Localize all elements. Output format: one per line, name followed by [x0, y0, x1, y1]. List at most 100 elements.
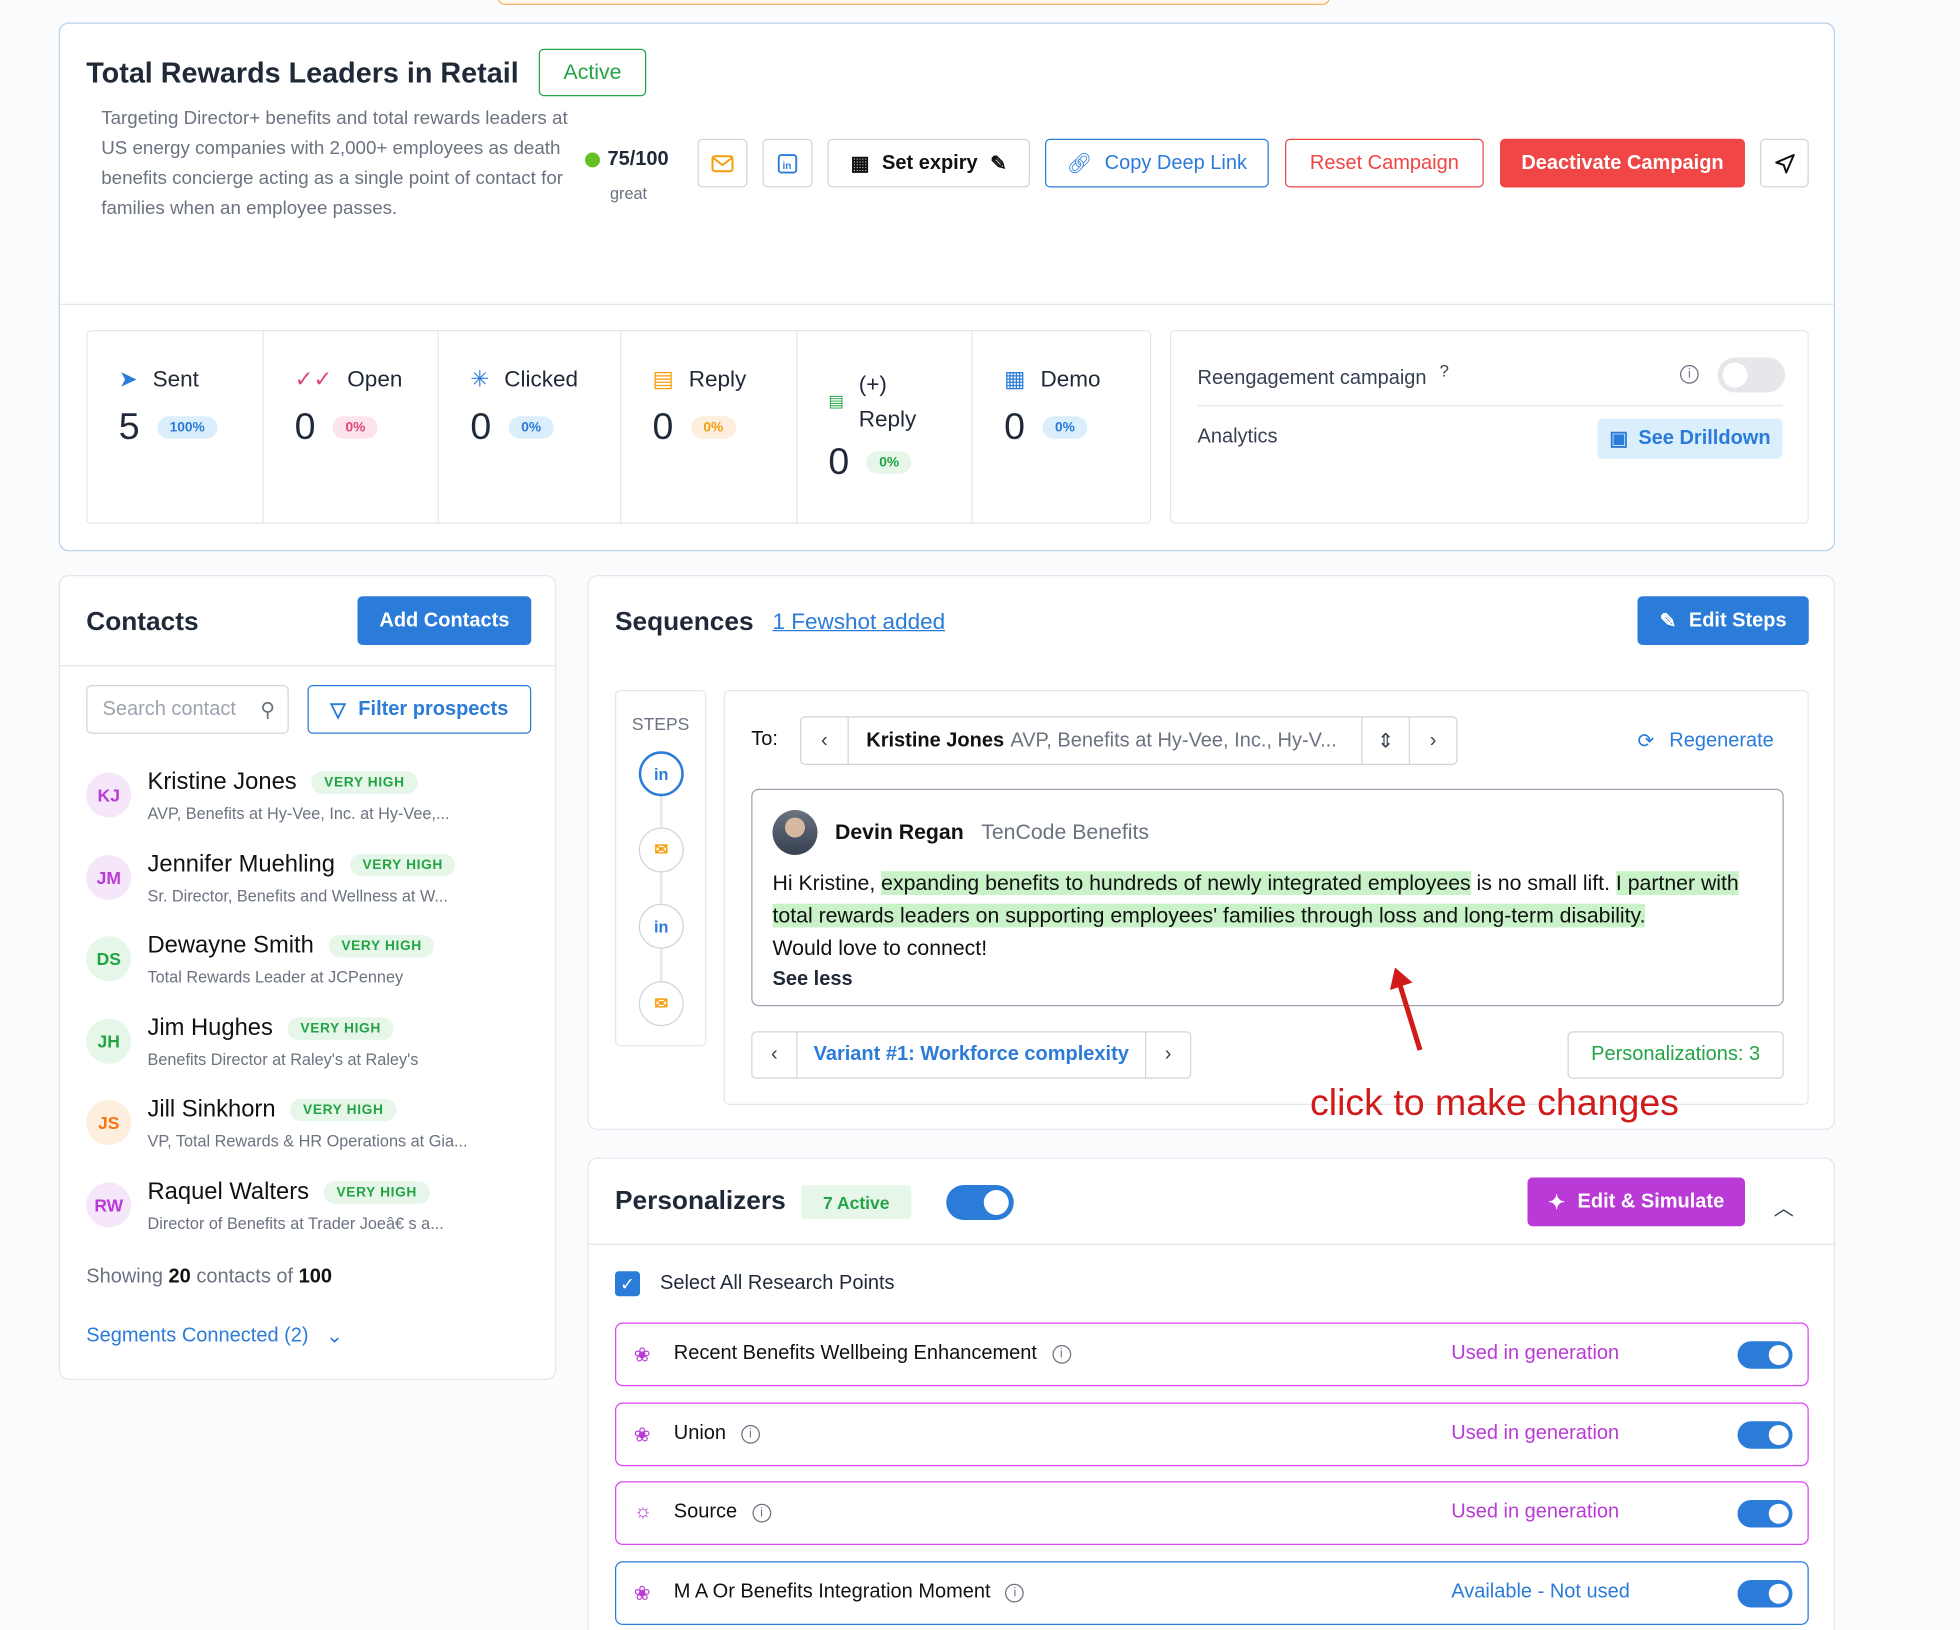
priority-badge: VERY HIGH	[290, 1099, 397, 1122]
contact-name: Jennifer Muehling	[147, 850, 335, 877]
recipient-display[interactable]: Kristine Jones AVP, Benefits at Hy-Vee, I…	[849, 718, 1362, 764]
stat-value: 0	[470, 406, 492, 448]
stat-label: (+) Reply	[858, 371, 917, 432]
contact-item[interactable]: JM Jennifer Muehling VERY HIGH Sr. Direct…	[86, 846, 536, 928]
linkedin-button[interactable]: in	[762, 138, 813, 188]
contact-item[interactable]: RW Raquel Walters VERY HIGH Director of B…	[86, 1174, 536, 1256]
set-expiry-label: Set expiry	[882, 151, 978, 174]
research-point-toggle[interactable]	[1737, 1500, 1793, 1528]
contact-item[interactable]: JS Jill Sinkhorn VERY HIGH VP, Total Rewa…	[86, 1092, 536, 1174]
stat-pct: 0%	[508, 416, 554, 439]
stat-label: Clicked	[504, 366, 579, 392]
research-point-row[interactable]: ☼ Source i Used in generation	[615, 1481, 1809, 1545]
filter-prospects-button[interactable]: ▽ Filter prospects	[307, 685, 532, 734]
select-all-label: Select All Research Points	[660, 1272, 895, 1294]
segments-connected-toggle[interactable]: Segments Connected (2) ⌄	[86, 1324, 343, 1349]
avatar: DS	[86, 936, 132, 982]
filter-label: Filter prospects	[358, 698, 509, 720]
stat-label: Open	[347, 366, 403, 392]
research-point-row[interactable]: ❀ Recent Benefits Wellbeing Enhancement i…	[615, 1322, 1809, 1387]
contact-item[interactable]: JH Jim Hughes VERY HIGH Benefits Director…	[86, 1010, 536, 1092]
divider	[1197, 405, 1783, 407]
priority-badge: VERY HIGH	[287, 1017, 394, 1040]
toggle-knob	[1768, 1583, 1789, 1604]
linkedin-icon: in	[777, 153, 798, 173]
chevron-up-icon[interactable]: ︿	[1774, 1191, 1794, 1221]
deactivate-campaign-button[interactable]: Deactivate Campaign	[1500, 138, 1745, 188]
score-value: 75/100	[607, 148, 669, 170]
step-linkedin-2[interactable]: in	[638, 903, 684, 949]
variant-selector[interactable]: ‹ Variant #1: Workforce complexity ›	[751, 1031, 1192, 1079]
research-point-row[interactable]: ❀ M A Or Benefits Integration Moment i Av…	[615, 1561, 1809, 1625]
showing-prefix: Showing	[86, 1266, 163, 1288]
see-drilldown-button[interactable]: ▣ See Drilldown	[1597, 418, 1783, 459]
info-icon[interactable]: i	[752, 1503, 771, 1522]
click-icon: ✳	[470, 366, 490, 392]
select-all-checkbox[interactable]: ✓	[615, 1271, 640, 1297]
recipient-selector[interactable]: ‹ Kristine Jones AVP, Benefits at Hy-Vee,…	[800, 716, 1458, 765]
send-button[interactable]	[1760, 138, 1809, 188]
info-icon[interactable]: i	[1051, 1344, 1071, 1364]
stat-label: Demo	[1040, 366, 1101, 392]
contacts-title: Contacts	[86, 607, 199, 637]
reset-campaign-button[interactable]: Reset Campaign	[1285, 138, 1484, 188]
see-less-link[interactable]: See less	[773, 969, 853, 992]
recipient-dropdown-button[interactable]: ⇕	[1361, 717, 1409, 764]
search-input[interactable]: Search contact ⚲	[86, 685, 289, 734]
research-point-name: Recent Benefits Wellbeing Enhancement	[673, 1342, 1037, 1364]
prev-variant-button[interactable]: ‹	[753, 1032, 798, 1078]
prev-recipient-button[interactable]: ‹	[801, 717, 849, 764]
sequences-title: Sequences	[615, 607, 754, 637]
fewshot-link[interactable]: 1 Fewshot added	[773, 609, 946, 635]
toggle-knob	[1722, 362, 1748, 388]
next-variant-button[interactable]: ›	[1145, 1032, 1190, 1078]
step-email-2[interactable]: ✉	[638, 981, 684, 1027]
reengagement-toggle[interactable]	[1717, 357, 1785, 393]
add-contacts-button[interactable]: Add Contacts	[357, 596, 532, 645]
step-linkedin-1[interactable]: in	[638, 751, 684, 797]
set-expiry-button[interactable]: ▦ Set expiry ✎	[827, 138, 1030, 188]
research-point-toggle[interactable]	[1737, 1341, 1793, 1369]
copy-deep-link-button[interactable]: 🔗︎ Copy Deep Link	[1045, 138, 1269, 188]
edit-simulate-button[interactable]: ✦ Edit & Simulate	[1527, 1177, 1745, 1227]
score-dot-icon	[585, 152, 600, 168]
research-point-row[interactable]: ❀ Union i Used in generation	[615, 1402, 1809, 1467]
research-point-toggle[interactable]	[1737, 1580, 1793, 1608]
positive-reply-icon: ▤	[828, 391, 844, 410]
select-all-row[interactable]: ✓ Select All Research Points	[615, 1271, 895, 1297]
edit-steps-button[interactable]: ✎ Edit Steps	[1637, 596, 1809, 645]
body-text: Would love to connect!	[772, 936, 988, 960]
email-button[interactable]	[697, 138, 748, 188]
send-icon: ➤	[118, 366, 138, 392]
variant-label[interactable]: Variant #1: Workforce complexity	[798, 1033, 1146, 1078]
contact-item[interactable]: KJ Kristine Jones VERY HIGH AVP, Benefits…	[86, 764, 536, 846]
help-mark[interactable]: ?	[1440, 361, 1449, 380]
step-email-1[interactable]: ✉	[638, 827, 684, 873]
email-preview[interactable]: Devin Regan TenCode Benefits Hi Kristine,…	[751, 788, 1784, 1007]
double-check-icon: ✓✓	[294, 366, 333, 392]
edit-steps-label: Edit Steps	[1688, 609, 1787, 631]
personalization-highlight[interactable]: expanding benefits to hundreds of newly …	[881, 871, 1471, 895]
research-point-name: Union	[673, 1422, 727, 1444]
personalizers-card: Personalizers 7 Active ✦ Edit & Simulate …	[587, 1157, 1835, 1630]
personalizers-toggle[interactable]	[946, 1185, 1014, 1220]
step-connector	[660, 766, 663, 1004]
email-body[interactable]: Hi Kristine, expanding benefits to hundr…	[772, 868, 1768, 966]
contact-name: Kristine Jones	[147, 768, 297, 795]
stat-value: 0	[1004, 406, 1026, 448]
next-recipient-button[interactable]: ›	[1408, 717, 1457, 764]
info-icon[interactable]: i	[1680, 365, 1699, 384]
segments-label: Segments Connected (2)	[86, 1325, 309, 1347]
brain-icon: ❀	[633, 1345, 651, 1367]
to-label: To:	[751, 728, 778, 750]
reengagement-text: Reengagement campaign	[1197, 367, 1427, 390]
research-point-toggle[interactable]	[1737, 1421, 1793, 1449]
info-icon[interactable]: i	[741, 1424, 760, 1444]
stat-pct: 0%	[690, 416, 736, 439]
regenerate-button[interactable]: ⟳ Regenerate	[1638, 729, 1774, 754]
toggle-knob	[1768, 1503, 1789, 1524]
stat-pct: 0%	[1042, 416, 1088, 439]
personalizations-count[interactable]: Personalizations: 3	[1567, 1031, 1784, 1079]
contact-item[interactable]: DS Dewayne Smith VERY HIGH Total Rewards …	[86, 928, 536, 1010]
info-icon[interactable]: i	[1005, 1583, 1025, 1602]
